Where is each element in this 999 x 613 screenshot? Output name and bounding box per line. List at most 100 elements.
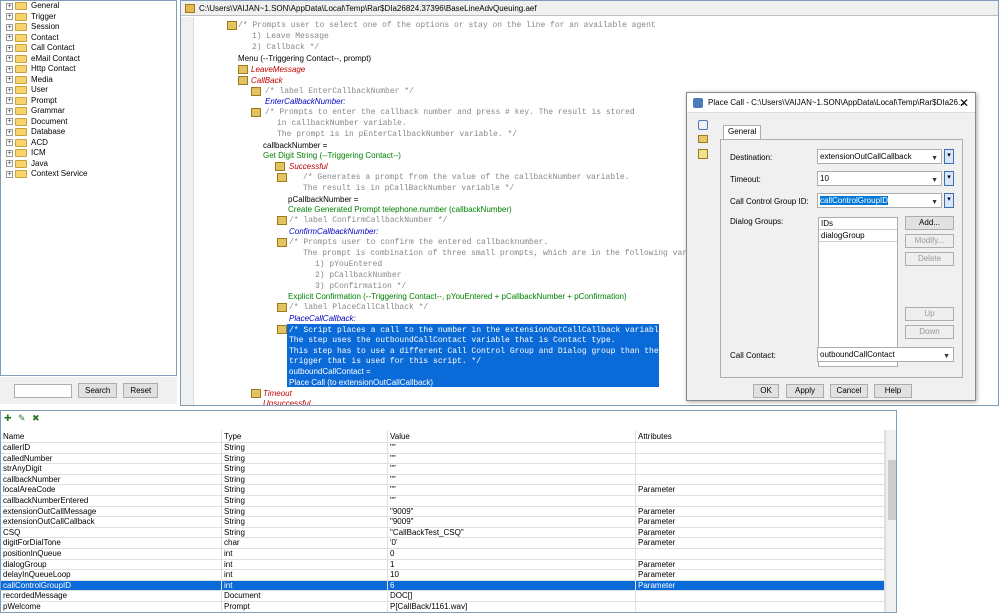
highlighted-line[interactable]: /* Script places a call to the number in… [289, 326, 663, 336]
modify-button[interactable]: Modify... [905, 234, 954, 248]
close-icon[interactable]: ✕ [959, 96, 969, 110]
dialog-groups-list[interactable]: IDs dialogGroup [818, 217, 898, 367]
table-row[interactable]: extensionOutCallMessage String "9009" Param… [1, 506, 885, 518]
ok-button[interactable]: OK [753, 384, 779, 398]
script-line[interactable]: Get Digit String (--Triggering Contact--… [263, 151, 401, 161]
script-line[interactable]: 1) Leave Message [252, 32, 329, 42]
table-row[interactable]: CSQ String "CallBackTest_CSQ" Parameter [1, 527, 885, 539]
script-line[interactable]: /* Prompts user to select one of the opt… [238, 21, 656, 31]
palette-item[interactable]: + General [1, 1, 176, 12]
palette-item[interactable]: + Database [1, 127, 176, 138]
expand-icon[interactable]: + [6, 149, 13, 157]
script-line[interactable]: LeaveMessage [251, 65, 305, 75]
delete-button[interactable]: Delete [905, 252, 954, 266]
palette-item[interactable]: + Media [1, 75, 176, 86]
table-row[interactable]: dialogGroup int 1 Parameter [1, 559, 885, 571]
expand-icon[interactable]: + [6, 170, 13, 178]
script-line[interactable]: CallBack [251, 76, 283, 86]
destination-combo[interactable]: extensionOutCallCallback ▼ [817, 149, 942, 164]
script-line[interactable]: /* label PlaceCallCallback */ [289, 303, 428, 313]
palette-item[interactable]: + Java [1, 159, 176, 170]
script-line[interactable]: in callbackNumber variable. [277, 119, 407, 129]
expand-icon[interactable]: + [6, 13, 13, 21]
palette-item[interactable]: + Prompt [1, 96, 176, 107]
expand-icon[interactable]: + [6, 160, 13, 168]
list-item[interactable]: IDs [819, 218, 897, 230]
expand-icon[interactable]: + [6, 2, 13, 10]
highlighted-line[interactable]: Place Call (to extensionOutCallCallback) [289, 378, 433, 388]
script-line[interactable]: callbackNumber = [263, 141, 327, 151]
script-line[interactable]: /* Generates a prompt from the value of … [303, 173, 629, 183]
apply-button[interactable]: Apply [786, 384, 824, 398]
script-line[interactable]: Create Generated Prompt telephone.number… [288, 205, 512, 215]
table-row[interactable]: extensionOutCallCallback String "9009" Para… [1, 517, 885, 528]
script-line[interactable]: EnterCallbackNumber: [265, 97, 345, 107]
destination-expression-button[interactable]: ▾ [944, 149, 954, 164]
script-line[interactable]: The result is in pCallBackNumber variabl… [303, 184, 514, 194]
table-row[interactable]: recordedMessage Document DOC[] [1, 591, 885, 602]
table-row[interactable]: localAreaCode String "" Parameter [1, 485, 885, 496]
delete-variable-icon[interactable]: ✖ [32, 413, 41, 423]
selected-step-place-call[interactable]: /* Script places a call to the number in… [287, 324, 663, 388]
highlighted-line[interactable]: This step has to use a different Call Co… [289, 347, 659, 357]
script-line[interactable]: /* Prompts user to confirm the entered c… [289, 238, 548, 248]
search-button[interactable]: Search [78, 383, 118, 398]
new-variable-icon[interactable]: ✚ [4, 413, 13, 423]
highlighted-line[interactable]: outboundCallContact = [289, 367, 371, 377]
expand-icon[interactable]: + [6, 65, 13, 73]
script-line[interactable]: Unsuccessful [263, 399, 311, 405]
palette-item[interactable]: + Trigger [1, 12, 176, 23]
script-line[interactable]: Timeout [263, 389, 292, 399]
table-row[interactable]: digitForDialTone char '0' Parameter [1, 538, 885, 549]
timeout-expression-button[interactable]: ▾ [944, 171, 954, 186]
expand-icon[interactable]: + [6, 86, 13, 94]
script-line[interactable]: /* Prompts to enter the callback number … [265, 108, 635, 118]
palette-item[interactable]: + Session [1, 22, 176, 33]
script-line[interactable]: ConfirmCallbackNumber: [289, 227, 378, 237]
call-control-group-expression-button[interactable]: ▾ [944, 193, 954, 208]
script-line[interactable]: PlaceCallCallback: [289, 314, 356, 324]
highlighted-line[interactable]: The step uses the outboundCallContact va… [289, 336, 615, 346]
table-row[interactable]: delayInQueueLoop int 10 Parameter [1, 570, 885, 581]
timeout-combo[interactable]: 10 ▼ [817, 171, 942, 186]
expand-icon[interactable]: + [6, 139, 13, 147]
expand-icon[interactable]: + [6, 97, 13, 105]
call-contact-combo[interactable]: outboundCallContact ▼ [817, 347, 954, 362]
palette-search-input[interactable] [14, 383, 72, 398]
palette-item[interactable]: + Grammar [1, 106, 176, 117]
script-line[interactable]: 2) Callback */ [252, 43, 319, 53]
script-line[interactable]: /* label EnterCallbackNumber */ [265, 87, 414, 97]
table-row[interactable]: callbackNumberEntered String "" [1, 495, 885, 507]
editor-scrollbar[interactable] [181, 17, 194, 405]
reset-button[interactable]: Reset [123, 383, 159, 398]
script-line[interactable]: Successful [289, 162, 328, 172]
table-row[interactable]: pWelcome Prompt P[CallBack/1161.wav] [1, 601, 885, 612]
expand-icon[interactable]: + [6, 128, 13, 136]
table-row[interactable]: callbackNumber String "" [1, 474, 885, 486]
add-button[interactable]: Add... [905, 216, 954, 230]
script-line[interactable]: The prompt is combination of three small… [303, 249, 701, 259]
scrollbar-thumb[interactable] [888, 460, 896, 520]
expand-icon[interactable]: + [6, 44, 13, 52]
call-control-group-combo[interactable]: callControlGroupID ▼ [817, 193, 942, 208]
palette-item[interactable]: + eMail Contact [1, 54, 176, 65]
edit-variable-icon[interactable]: ✎ [18, 413, 27, 423]
cancel-button[interactable]: Cancel [830, 384, 868, 398]
expand-icon[interactable]: + [6, 34, 13, 42]
column-header-name[interactable]: Name [1, 430, 222, 442]
script-line[interactable]: 3) pConfirmation */ [315, 282, 406, 292]
column-header-attributes[interactable]: Attributes [636, 430, 885, 442]
table-row[interactable]: callControlGroupID int 6 Parameter [1, 580, 885, 592]
expand-icon[interactable]: + [6, 76, 13, 84]
table-row[interactable]: positionInQueue int 0 [1, 548, 885, 560]
script-line[interactable]: Menu (--Triggering Contact--, prompt) [238, 54, 371, 64]
palette-item[interactable]: + Call Contact [1, 43, 176, 54]
palette-item[interactable]: + Document [1, 117, 176, 128]
palette-item[interactable]: + ICM [1, 148, 176, 159]
column-header-type[interactable]: Type [222, 430, 388, 442]
help-button[interactable]: Help [874, 384, 912, 398]
table-row[interactable]: strAnyDigit String "" [1, 464, 885, 475]
palette-item[interactable]: + User [1, 85, 176, 96]
up-button[interactable]: Up [905, 307, 954, 321]
highlighted-line[interactable]: trigger that is used for this script. */ [289, 357, 481, 367]
